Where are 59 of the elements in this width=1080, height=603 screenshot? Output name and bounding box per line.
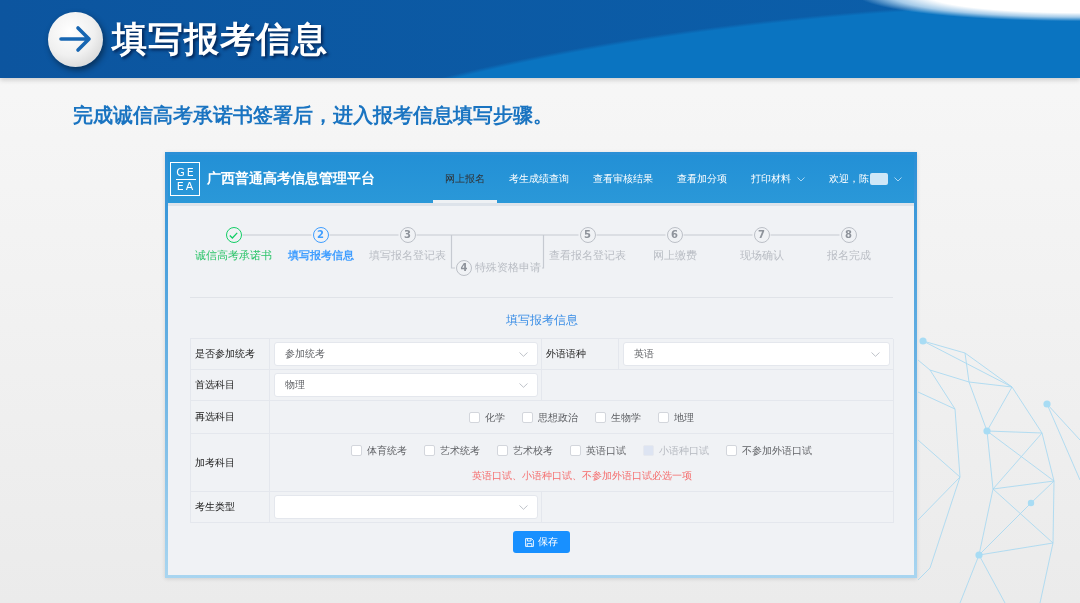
step-number: 6 [666,227,683,243]
checkbox-option[interactable]: 思想政治 [522,411,578,424]
form-label: 首选科目 [191,370,270,401]
save-button[interactable]: 保存 [513,531,570,553]
user-menu[interactable]: 欢迎，陈 [817,155,914,203]
checkbox-option[interactable]: 地理 [658,411,694,424]
checkbox[interactable] [726,445,737,456]
platform-title: 广西普通高考信息管理平台 [207,170,375,188]
checkbox[interactable] [469,412,480,423]
checkbox[interactable] [351,445,362,456]
nav-tab[interactable]: 打印材料 [739,155,817,203]
caret-icon[interactable] [797,176,805,182]
slide-title: 填写报考信息 [112,18,328,60]
checkbox[interactable] [497,445,508,456]
chevron-down-icon [871,351,880,357]
form-label: 加考科目 [191,434,270,492]
platform-logo: GE EA [170,162,200,196]
save-icon [525,537,534,547]
step-number: 4 [456,260,472,276]
form-label: 是否参加统考 [191,339,270,370]
select-field[interactable]: 物理 [274,373,538,397]
chevron-down-icon [519,351,528,357]
nav-tab[interactable]: 网上报名 [433,155,497,203]
nav-tab[interactable]: 查看加分项 [665,155,739,203]
step-number: 5 [579,227,596,243]
checkbox[interactable] [570,445,581,456]
form-label: 外语语种 [542,339,619,370]
step-label: 诚信高考承诺书 [195,249,272,263]
checkbox-option[interactable]: 英语口试 [570,444,626,457]
step-label: 填写报考信息 [287,249,354,263]
checkbox-option[interactable]: 生物学 [595,411,641,424]
step-number: 7 [753,227,770,243]
checkbox[interactable] [658,412,669,423]
form-title: 填写报考信息 [505,312,578,328]
checkbox-option[interactable]: 不参加外语口试 [726,444,812,457]
select-field[interactable] [274,495,538,519]
step-number: 2 [312,227,329,243]
select-field[interactable]: 参加统考 [274,342,538,366]
form-label: 考生类型 [191,492,270,523]
checkbox[interactable] [522,412,533,423]
chevron-down-icon [519,504,528,510]
checkbox[interactable] [424,445,435,456]
nav-tab[interactable]: 考生成绩查询 [497,155,581,203]
select-field[interactable]: 英语 [623,342,890,366]
chevron-down-icon [519,382,528,388]
step-number: 8 [840,227,857,243]
arrow-right-icon [48,11,103,67]
checkbox-option[interactable]: 化学 [469,411,505,424]
step-number: 3 [399,227,416,243]
blurred-name-icon [870,173,888,185]
checkbox-option[interactable]: 艺术统考 [424,444,480,457]
caret-icon[interactable] [894,176,902,182]
nav-tab[interactable]: 查看审核结果 [581,155,665,203]
checkbox-option[interactable]: 艺术校考 [497,444,553,457]
validation-hint: 英语口试、小语种口试、不参加外语口试必选一项 [471,470,692,482]
checkbox[interactable] [595,412,606,423]
checkbox-option[interactable]: 体育统考 [351,444,407,457]
form-label: 再选科目 [191,401,270,434]
slide-subtitle: 完成诚信高考承诺书签署后，进入报考信息填写步骤。 [73,103,553,127]
